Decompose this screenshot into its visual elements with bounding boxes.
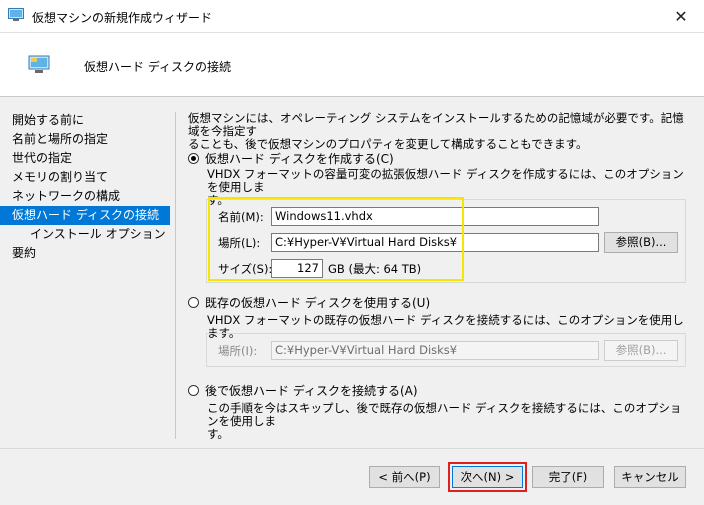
nav-item-generation[interactable]: 世代の指定	[0, 149, 176, 168]
wizard-steps-nav: 開始する前に 名前と場所の指定 世代の指定 メモリの割り当て ネットワークの構成…	[0, 111, 176, 263]
virtual-disk-icon	[28, 55, 50, 78]
annotation-yellow-box	[208, 197, 464, 281]
existing-disk-option[interactable]: 既存の仮想ハード ディスクを使用する(U)	[188, 294, 430, 311]
nav-item-networking[interactable]: ネットワークの構成	[0, 187, 176, 206]
create-disk-option[interactable]: 仮想ハード ディスクを作成する(C)	[188, 150, 394, 167]
footer-divider	[0, 448, 704, 449]
title-bar: 仮想マシンの新規作成ウィザード ✕	[0, 0, 704, 33]
create-disk-label: 仮想ハード ディスクを作成する(C)	[205, 152, 394, 166]
back-button[interactable]: < 前へ(P)	[369, 466, 440, 488]
nav-item-virtual-disk[interactable]: 仮想ハード ディスクの接続	[0, 206, 170, 225]
attach-later-option[interactable]: 後で仮想ハード ディスクを接続する(A)	[188, 382, 418, 399]
nav-item-summary[interactable]: 要約	[0, 244, 176, 263]
attach-later-description: この手順を今はスキップし、後で既存の仮想ハード ディスクを接続するには、このオプ…	[207, 401, 682, 441]
wizard-header: 仮想ハード ディスクの接続	[0, 33, 704, 97]
browse-location-button[interactable]: 参照(B)...	[604, 232, 678, 253]
attach-later-label: 後で仮想ハード ディスクを接続する(A)	[205, 384, 418, 398]
existing-location-label: 場所(I):	[218, 344, 258, 358]
page-title: 仮想ハード ディスクの接続	[84, 60, 231, 74]
attach-later-radio[interactable]	[188, 385, 199, 396]
window-title: 仮想マシンの新規作成ウィザード	[32, 11, 213, 25]
intro-text: 仮想マシンには、オペレーティング システムをインストールするための記憶域が必要で…	[188, 111, 684, 151]
nav-item-name-location[interactable]: 名前と場所の指定	[0, 130, 176, 149]
cancel-button[interactable]: キャンセル	[614, 466, 686, 488]
nav-divider	[175, 112, 176, 439]
existing-disk-group: 場所(I): C:¥Hyper-V¥Virtual Hard Disks¥ 参照…	[206, 333, 686, 367]
nav-item-memory[interactable]: メモリの割り当て	[0, 168, 176, 187]
existing-location-input[interactable]: C:¥Hyper-V¥Virtual Hard Disks¥	[271, 341, 599, 360]
close-button[interactable]: ✕	[658, 0, 704, 32]
annotation-red-box	[448, 462, 527, 492]
hyperv-app-icon	[8, 8, 24, 25]
finish-button[interactable]: 完了(F)	[532, 466, 604, 488]
existing-disk-radio[interactable]	[188, 297, 199, 308]
nav-item-before-you-begin[interactable]: 開始する前に	[0, 111, 176, 130]
create-disk-radio[interactable]	[188, 153, 199, 164]
nav-item-install-options[interactable]: インストール オプション	[0, 225, 176, 244]
existing-browse-button[interactable]: 参照(B)...	[604, 340, 678, 361]
existing-disk-label: 既存の仮想ハード ディスクを使用する(U)	[205, 296, 431, 310]
